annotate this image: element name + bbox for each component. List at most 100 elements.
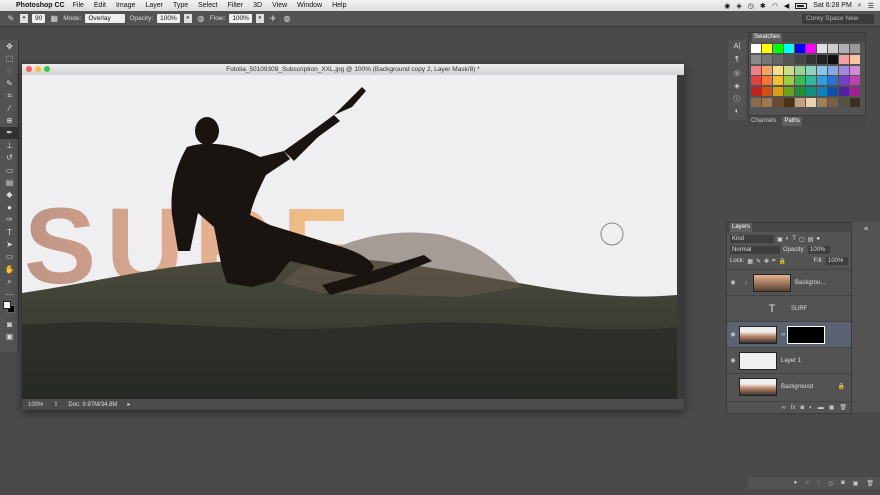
color-swatch[interactable] <box>839 87 849 97</box>
document-scrollbar[interactable] <box>677 75 684 399</box>
paths-tab[interactable]: Paths <box>782 117 802 126</box>
color-swatch[interactable] <box>817 54 827 64</box>
layer-filter-kind-select[interactable]: Kind <box>730 235 774 243</box>
color-swatch[interactable] <box>784 65 794 75</box>
color-swatch[interactable] <box>806 97 816 107</box>
brush-size-picker[interactable]: 90 <box>32 14 46 23</box>
hand-tool-icon[interactable]: ✋ <box>0 263 19 275</box>
menu-3d[interactable]: 3D <box>253 2 262 9</box>
color-swatch[interactable] <box>839 65 849 75</box>
color-swatch[interactable] <box>806 76 816 86</box>
make-path-icon[interactable]: ◇ <box>828 480 833 487</box>
flow-input[interactable]: 100% <box>229 14 252 23</box>
color-swatch[interactable] <box>850 65 860 75</box>
volume-icon[interactable]: ◀ <box>784 2 789 10</box>
color-swatch[interactable] <box>751 54 761 64</box>
color-swatch[interactable] <box>784 87 794 97</box>
opacity-input[interactable]: 100% <box>157 14 180 23</box>
time-machine-icon[interactable]: ◷ <box>748 2 754 10</box>
zoom-window-button[interactable] <box>44 66 50 72</box>
color-swatch[interactable] <box>784 44 794 53</box>
color-swatch[interactable] <box>762 97 772 107</box>
fill-input[interactable]: 100% <box>826 257 848 265</box>
type-tool-icon[interactable]: T <box>0 226 19 238</box>
color-swatches[interactable] <box>0 300 19 318</box>
wifi-icon[interactable]: ◠ <box>772 2 778 10</box>
color-swatch[interactable] <box>850 87 860 97</box>
color-swatch[interactable] <box>828 97 838 107</box>
lock-pixels-icon[interactable]: ✎ <box>756 258 761 265</box>
color-swatch[interactable] <box>762 76 772 86</box>
battery-icon[interactable] <box>795 2 808 9</box>
menu-select[interactable]: Select <box>198 2 217 9</box>
color-swatch[interactable] <box>751 65 761 75</box>
color-swatch[interactable] <box>806 44 816 53</box>
filter-type-icon[interactable]: T <box>792 236 796 242</box>
lock-position-icon[interactable]: ✥ <box>764 258 769 265</box>
color-swatch[interactable] <box>817 44 827 53</box>
history-brush-tool-icon[interactable]: ↺ <box>0 152 19 164</box>
color-swatch[interactable] <box>828 54 838 64</box>
visibility-eye-icon[interactable]: ◉ <box>727 331 739 338</box>
eraser-tool-icon[interactable]: ▭ <box>0 164 19 176</box>
app-name-menu[interactable]: Photoshop CC <box>16 2 65 9</box>
color-swatch[interactable] <box>850 44 860 53</box>
load-selection-icon[interactable]: ◌ <box>817 480 821 486</box>
quick-select-tool-icon[interactable]: ✎ <box>0 77 19 89</box>
export-icon[interactable]: ⇪ <box>53 401 58 408</box>
color-swatch[interactable] <box>850 76 860 86</box>
pressure-size-icon[interactable]: ◍ <box>282 14 292 24</box>
workspace-switcher[interactable]: Corey Space New <box>802 13 874 24</box>
color-swatch[interactable] <box>828 76 838 86</box>
new-layer-icon[interactable]: ▣ <box>829 404 835 411</box>
color-swatch[interactable] <box>784 97 794 107</box>
document-size[interactable]: Doc: 9.97M/34.8M <box>68 402 117 408</box>
channels-tab[interactable]: Channels <box>751 117 776 126</box>
notification-center-icon[interactable]: ☰ <box>868 2 874 10</box>
lock-artboard-icon[interactable]: ⌗ <box>772 258 775 265</box>
color-swatch[interactable] <box>806 65 816 75</box>
color-swatch[interactable] <box>850 97 860 107</box>
brush-panel-icon[interactable]: ▦ <box>49 14 59 24</box>
layer-name[interactable]: SURF <box>791 306 807 312</box>
visibility-eye-icon[interactable]: ◉ <box>727 357 739 364</box>
link-layers-icon[interactable]: ∞ <box>782 405 786 411</box>
color-swatch[interactable] <box>751 97 761 107</box>
color-swatch[interactable] <box>751 87 761 97</box>
color-swatch[interactable] <box>828 87 838 97</box>
dropbox-icon[interactable]: ◈ <box>736 2 741 10</box>
info-panel-icon[interactable]: ⓘ <box>728 92 746 105</box>
pressure-opacity-icon[interactable]: ◍ <box>196 14 206 24</box>
clone-stamp-tool-icon[interactable]: ⊥ <box>0 139 19 151</box>
add-mask-icon[interactable]: ◙ <box>800 405 804 411</box>
color-swatch[interactable] <box>817 87 827 97</box>
lock-all-icon[interactable]: 🔒 <box>778 258 785 265</box>
document-title-bar[interactable]: Fotolia_50109309_Subscription_XXL.jpg @ … <box>22 64 684 75</box>
layer-name[interactable]: Backgrou... <box>795 280 825 286</box>
chain-link-icon[interactable]: ∞ <box>781 332 785 338</box>
add-path-mask-icon[interactable]: ◙ <box>841 480 845 486</box>
delete-layer-icon[interactable]: 🗑 <box>839 404 847 411</box>
color-swatch[interactable] <box>850 54 860 64</box>
color-swatch[interactable] <box>795 97 805 107</box>
color-swatch[interactable] <box>773 76 783 86</box>
lock-transparency-icon[interactable]: ▦ <box>747 258 753 265</box>
fill-path-icon[interactable]: ● <box>794 480 798 486</box>
layer-row[interactable]: Background 🔒 <box>727 373 851 399</box>
color-swatch[interactable] <box>762 54 772 64</box>
flow-dropdown[interactable]: ▾ <box>255 14 264 23</box>
color-swatch[interactable] <box>773 87 783 97</box>
color-swatch[interactable] <box>773 65 783 75</box>
zoom-level[interactable]: 100% <box>28 402 43 408</box>
color-swatch[interactable] <box>784 54 794 64</box>
filter-pixel-icon[interactable]: ▣ <box>777 236 783 243</box>
layer-name[interactable]: Background <box>781 384 813 390</box>
filter-adjustment-icon[interactable]: ◐ <box>786 236 790 242</box>
delete-path-icon[interactable]: 🗑 <box>866 480 874 487</box>
blend-mode-select[interactable]: Normal <box>730 246 780 254</box>
color-swatch[interactable] <box>828 44 838 53</box>
layer-mask-thumbnail[interactable] <box>787 325 826 344</box>
menu-filter[interactable]: Filter <box>228 2 244 9</box>
menu-edit[interactable]: Edit <box>94 2 106 9</box>
color-swatch[interactable] <box>795 65 805 75</box>
